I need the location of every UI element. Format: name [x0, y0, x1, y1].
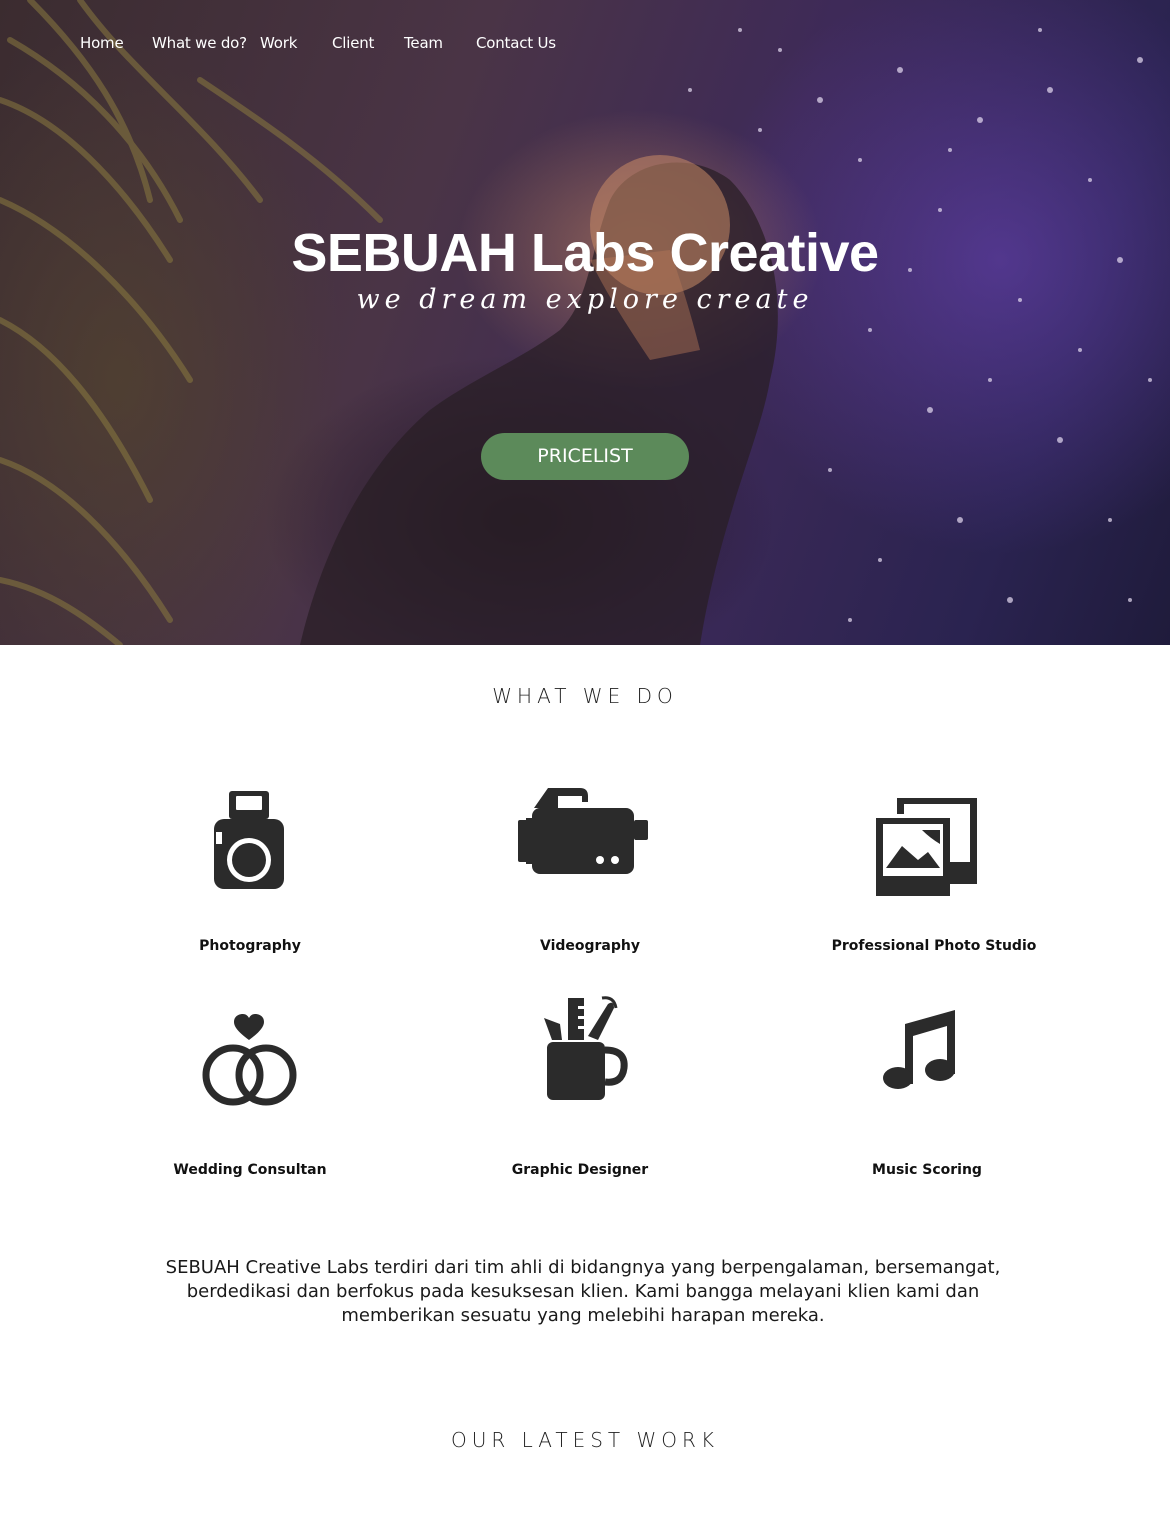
- nav-link-home[interactable]: Home: [80, 34, 124, 52]
- what-we-do-heading: WHAT WE DO: [492, 684, 678, 708]
- about-description: SEBUAH Creative Labs terdiri dari tim ah…: [165, 1257, 1001, 1326]
- service-label: Photography: [199, 938, 301, 954]
- pricelist-button[interactable]: PRICELIST: [481, 433, 689, 480]
- service-photo-studio: Professional Photo Studio: [814, 786, 1054, 954]
- service-graphic-designer: Graphic Designer: [480, 996, 680, 1178]
- service-label: Music Scoring: [872, 1162, 982, 1178]
- main-nav: Home What we do? Work Client Team Contac…: [0, 34, 1170, 56]
- camera-icon: [214, 791, 284, 889]
- nav-link-work[interactable]: Work: [260, 34, 297, 52]
- service-music-scoring: Music Scoring: [827, 1008, 1027, 1178]
- latest-work-heading: OUR LATEST WORK: [450, 1428, 720, 1452]
- service-label: Wedding Consultan: [173, 1162, 327, 1178]
- nav-link-client[interactable]: Client: [332, 34, 374, 52]
- service-label: Graphic Designer: [511, 1162, 649, 1178]
- nav-link-contact-us[interactable]: Contact Us: [476, 34, 556, 52]
- wedding-rings-icon: [202, 1014, 297, 1106]
- hero-tagline: we dream explore create: [356, 284, 814, 315]
- hero-banner: Home What we do? Work Client Team Contac…: [0, 0, 1170, 645]
- service-photography: Photography: [150, 786, 350, 954]
- service-label: Videography: [539, 938, 640, 954]
- service-wedding: Wedding Consultan: [150, 1010, 350, 1178]
- music-note-icon: [883, 1010, 955, 1089]
- photo-gallery-icon: [876, 798, 977, 896]
- service-label: Professional Photo Studio: [831, 938, 1037, 954]
- nav-link-what-we-do[interactable]: What we do?: [152, 34, 247, 52]
- service-videography: Videography: [490, 786, 690, 954]
- hero-title: SEBUAH Labs Creative: [291, 223, 879, 283]
- design-tools-mug-icon: [544, 996, 628, 1100]
- nav-link-team[interactable]: Team: [404, 34, 443, 52]
- hero-background-image: [0, 0, 1152, 645]
- video-camera-icon: [518, 788, 648, 874]
